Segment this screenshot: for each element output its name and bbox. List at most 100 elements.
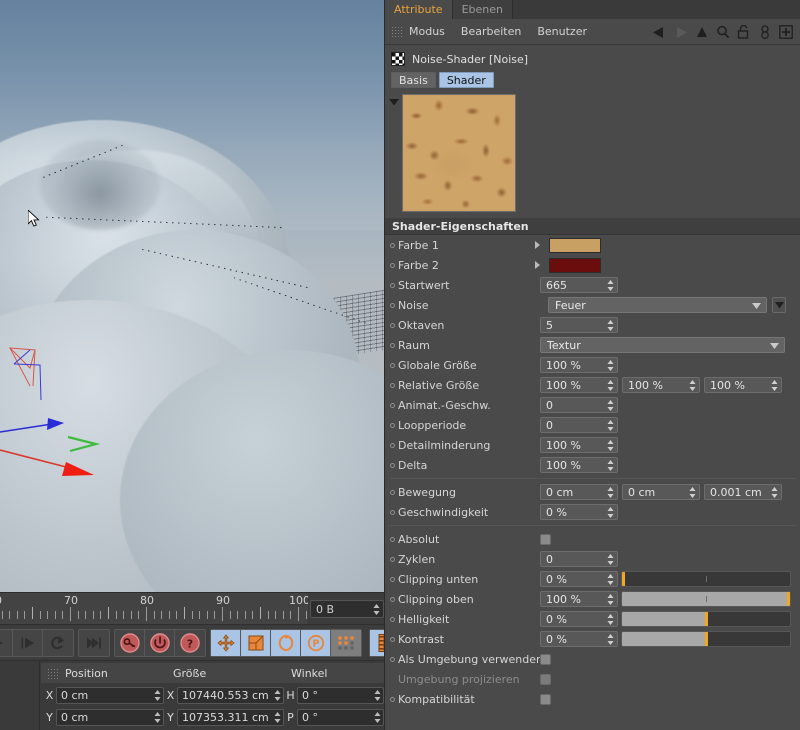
field-clipping-oben[interactable]: 100 % [540, 591, 618, 607]
anim-dot-icon[interactable] [390, 342, 395, 348]
field-geschwindigkeit[interactable]: 0 % [540, 504, 618, 520]
spinner-icon[interactable] [607, 613, 614, 626]
perspective-viewport[interactable] [0, 0, 384, 592]
field-relative-groesse-y[interactable]: 100 % [622, 377, 700, 393]
rotate-tool-button[interactable] [271, 629, 301, 656]
spinner-icon[interactable] [607, 359, 614, 372]
menubar-grip-icon[interactable] [391, 26, 403, 37]
search-icon[interactable] [712, 21, 733, 43]
anim-dot-icon[interactable] [390, 696, 395, 702]
field-detailminderung[interactable]: 100 % [540, 437, 618, 453]
spinner-icon[interactable] [771, 486, 778, 499]
size-y-field[interactable]: 107353.311 cm [177, 708, 284, 726]
field-bewegung-y[interactable]: 0 cm [622, 484, 700, 500]
spinner-icon[interactable] [374, 711, 381, 724]
spinner-icon[interactable] [607, 459, 614, 472]
goto-end-group[interactable] [78, 628, 110, 657]
field-kontrast[interactable]: 0 % [540, 631, 618, 647]
ctrl-oktaven[interactable]: 5 [540, 315, 618, 335]
move-tool-button[interactable] [211, 629, 241, 656]
spinner-icon[interactable] [607, 279, 614, 292]
ctrl-kompatibilitaet[interactable] [540, 689, 551, 709]
gizmo-axis-z[interactable] [0, 423, 53, 433]
spinner-icon[interactable] [274, 711, 281, 724]
scale-tool-button[interactable] [241, 629, 271, 656]
add-box-icon[interactable] [775, 21, 796, 43]
dropdown-noise[interactable]: Feuer [548, 297, 767, 313]
expander-triangle-icon[interactable] [535, 261, 540, 269]
spinner-icon[interactable] [607, 553, 614, 566]
ctrl-delta[interactable]: 100 % [540, 455, 618, 475]
collapse-arrow-icon[interactable] [389, 98, 399, 106]
noise-texture-preview[interactable] [402, 94, 516, 212]
spinner-icon[interactable] [607, 419, 614, 432]
anim-dot-icon[interactable] [390, 596, 395, 602]
ctrl-detailminderung[interactable]: 100 % [540, 435, 618, 455]
field-loopperiode[interactable]: 0 [540, 417, 618, 433]
up-arrow-icon[interactable] [691, 21, 712, 43]
expander-triangle-icon[interactable] [535, 241, 540, 249]
slider-knob[interactable] [704, 612, 708, 626]
field-delta[interactable]: 100 % [540, 457, 618, 473]
slider-clipping-oben[interactable] [621, 591, 791, 607]
checkbox-kompatibilitaet[interactable] [540, 693, 551, 705]
ctrl-geschwindigkeit[interactable]: 0 % [540, 502, 618, 522]
spinner-icon[interactable] [771, 379, 778, 392]
ctrl-startwert[interactable]: 665 [540, 275, 618, 295]
color-swatch-farbe-2[interactable] [549, 257, 601, 273]
slider-kontrast[interactable] [621, 631, 791, 647]
attribute-menu-icons[interactable] [649, 19, 796, 45]
anim-dot-icon[interactable] [390, 509, 395, 515]
anim-dot-icon[interactable] [390, 382, 395, 388]
point-grid-button[interactable] [331, 629, 361, 656]
autokey-button[interactable] [145, 629, 175, 656]
angle-h-field[interactable]: 0 ° [297, 686, 384, 704]
spinner-icon[interactable] [154, 689, 161, 702]
size-x-field[interactable]: 107440.553 cm [177, 686, 284, 704]
ctrl-animat-geschw[interactable]: 0 [540, 395, 618, 415]
anim-dot-icon[interactable] [390, 362, 395, 368]
tab-shader[interactable]: Shader [438, 72, 494, 88]
field-clipping-unten[interactable]: 0 % [540, 571, 618, 587]
dropdown-raum[interactable]: Textur [540, 337, 785, 353]
field-globale-groesse[interactable]: 100 % [540, 357, 618, 373]
noise-preset-button[interactable] [772, 297, 786, 313]
ctrl-loopperiode[interactable]: 0 [540, 415, 618, 435]
frame-field[interactable]: 0 B [310, 600, 384, 618]
back-arrow-icon[interactable] [649, 21, 670, 43]
field-bewegung-z[interactable]: 0.001 cm [704, 484, 782, 500]
spinner-icon[interactable] [607, 439, 614, 452]
color-swatch-farbe-1[interactable] [549, 237, 601, 253]
spinner-icon[interactable] [607, 486, 614, 499]
slider-helligkeit[interactable] [621, 611, 791, 627]
anim-dot-icon[interactable] [390, 442, 395, 448]
pos-x-field[interactable]: 0 cm [56, 686, 164, 704]
anim-dot-icon[interactable] [390, 556, 395, 562]
menu-benutzer[interactable]: Benutzer [537, 25, 587, 38]
gizmo-axis-x-arrow[interactable] [62, 462, 94, 476]
parametric-tool-button[interactable]: P [301, 629, 331, 656]
spinner-icon[interactable] [374, 689, 381, 702]
anim-dot-icon[interactable] [390, 402, 395, 408]
spinner-icon[interactable] [607, 399, 614, 412]
checkbox-absolut[interactable] [540, 533, 551, 545]
slider-knob[interactable] [787, 592, 790, 606]
record-key-button[interactable] [115, 629, 145, 656]
spinner-icon[interactable] [607, 379, 614, 392]
anim-dot-icon[interactable] [390, 322, 395, 328]
field-oktaven[interactable]: 5 [540, 317, 618, 333]
anim-dot-icon[interactable] [390, 616, 395, 622]
ctrl-bewegung[interactable]: 0 cm 0 cm 0.001 cm [540, 482, 782, 502]
panel-grip-icon[interactable] [47, 667, 59, 679]
field-relative-groesse-z[interactable]: 100 % [704, 377, 782, 393]
axis-gizmo[interactable] [0, 320, 200, 520]
step-forward-button[interactable] [13, 629, 43, 656]
gizmo-axis-x[interactable] [0, 449, 71, 469]
field-zyklen[interactable]: 0 [540, 551, 618, 567]
ctrl-clipping-unten[interactable]: 0 % [540, 569, 791, 589]
goto-end-button[interactable] [79, 630, 109, 656]
anim-dot-icon[interactable] [390, 242, 395, 248]
field-animat-geschw[interactable]: 0 [540, 397, 618, 413]
ctrl-absolut[interactable] [540, 529, 551, 549]
spinner-icon[interactable] [373, 603, 380, 616]
